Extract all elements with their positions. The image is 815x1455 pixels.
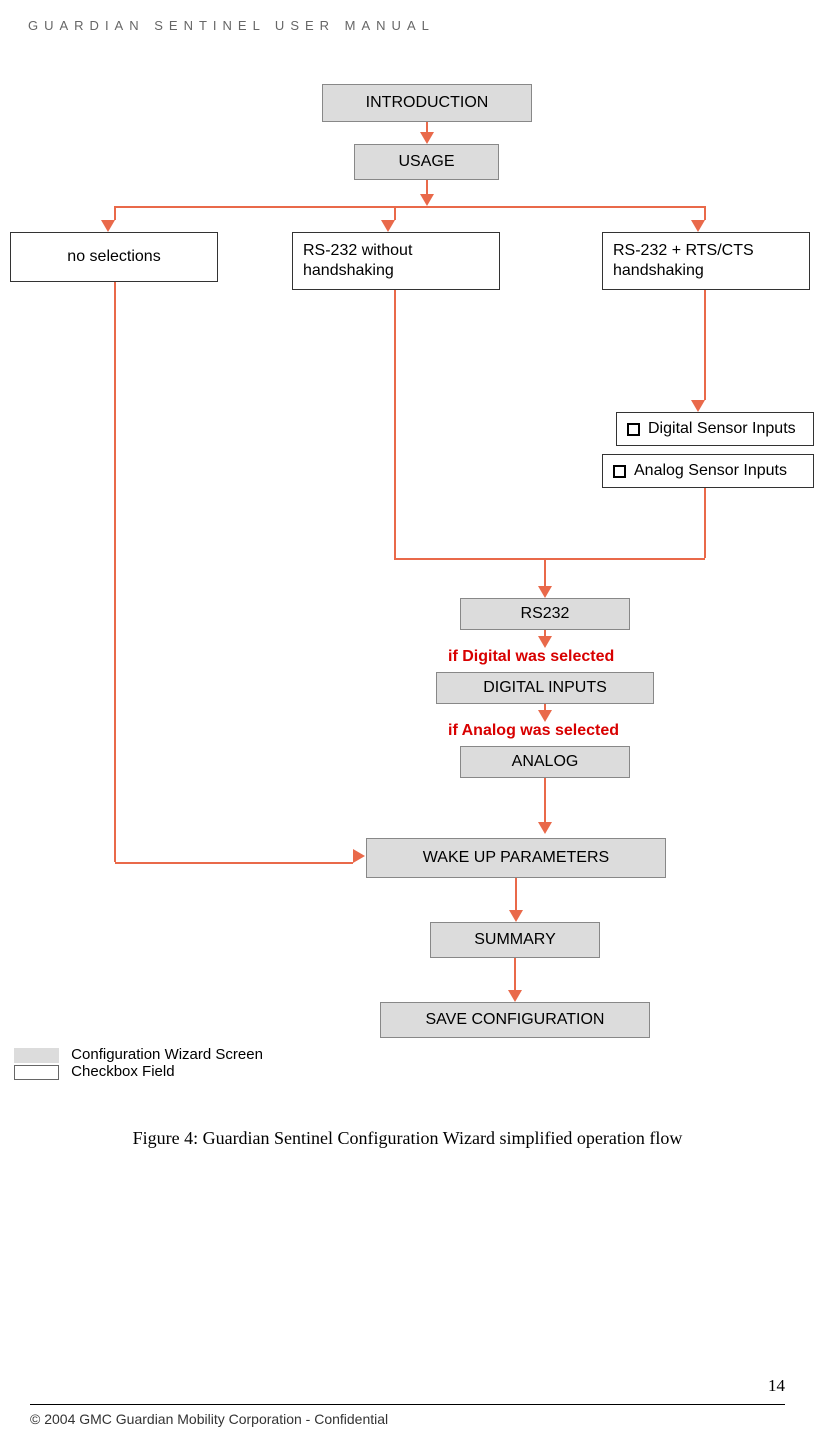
page-number: 14 — [768, 1376, 785, 1396]
legend-checkbox: Checkbox Field — [14, 1063, 263, 1080]
node-digital-sensor-inputs: Digital Sensor Inputs — [616, 412, 814, 446]
node-introduction: INTRODUCTION — [322, 84, 532, 122]
analog-sensor-label: Analog Sensor Inputs — [634, 462, 787, 480]
condition-analog-label: if Analog was selected — [448, 722, 619, 740]
node-summary: SUMMARY — [430, 922, 600, 958]
document-header: GUARDIAN SENTINEL USER MANUAL — [28, 18, 435, 33]
legend-swatch-checkbox — [14, 1065, 59, 1080]
node-rs232: RS232 — [460, 598, 630, 630]
page: GUARDIAN SENTINEL USER MANUAL INTRODUCTI… — [0, 0, 815, 1455]
legend-label-screen: Configuration Wizard Screen — [71, 1046, 263, 1063]
node-wakeup-parameters: WAKE UP PARAMETERS — [366, 838, 666, 878]
node-rs232-without-handshaking: RS-232 without handshaking — [292, 232, 500, 290]
page-footer: 14 © 2004 GMC Guardian Mobility Corporat… — [0, 1404, 815, 1427]
flow-diagram: INTRODUCTION USAGE no selections RS-232 … — [0, 78, 815, 1138]
legend-swatch-screen — [14, 1048, 59, 1063]
node-analog-sensor-inputs: Analog Sensor Inputs — [602, 454, 814, 488]
node-save-configuration: SAVE CONFIGURATION — [380, 1002, 650, 1038]
node-no-selections: no selections — [10, 232, 218, 282]
legend-label-checkbox: Checkbox Field — [71, 1063, 174, 1080]
checkbox-icon — [627, 423, 640, 436]
checkbox-icon — [613, 465, 626, 478]
node-analog: ANALOG — [460, 746, 630, 778]
figure-caption: Figure 4: Guardian Sentinel Configuratio… — [0, 1128, 815, 1149]
digital-sensor-label: Digital Sensor Inputs — [648, 420, 796, 438]
footer-rule — [30, 1404, 785, 1405]
node-digital-inputs: DIGITAL INPUTS — [436, 672, 654, 704]
node-usage: USAGE — [354, 144, 499, 180]
condition-digital-label: if Digital was selected — [448, 648, 614, 666]
legend-screen: Configuration Wizard Screen — [14, 1046, 263, 1063]
node-rs232-rtscts-handshaking: RS-232 + RTS/CTS handshaking — [602, 232, 810, 290]
footer-text: © 2004 GMC Guardian Mobility Corporation… — [0, 1411, 815, 1427]
legend: Configuration Wizard Screen Checkbox Fie… — [14, 1046, 263, 1080]
